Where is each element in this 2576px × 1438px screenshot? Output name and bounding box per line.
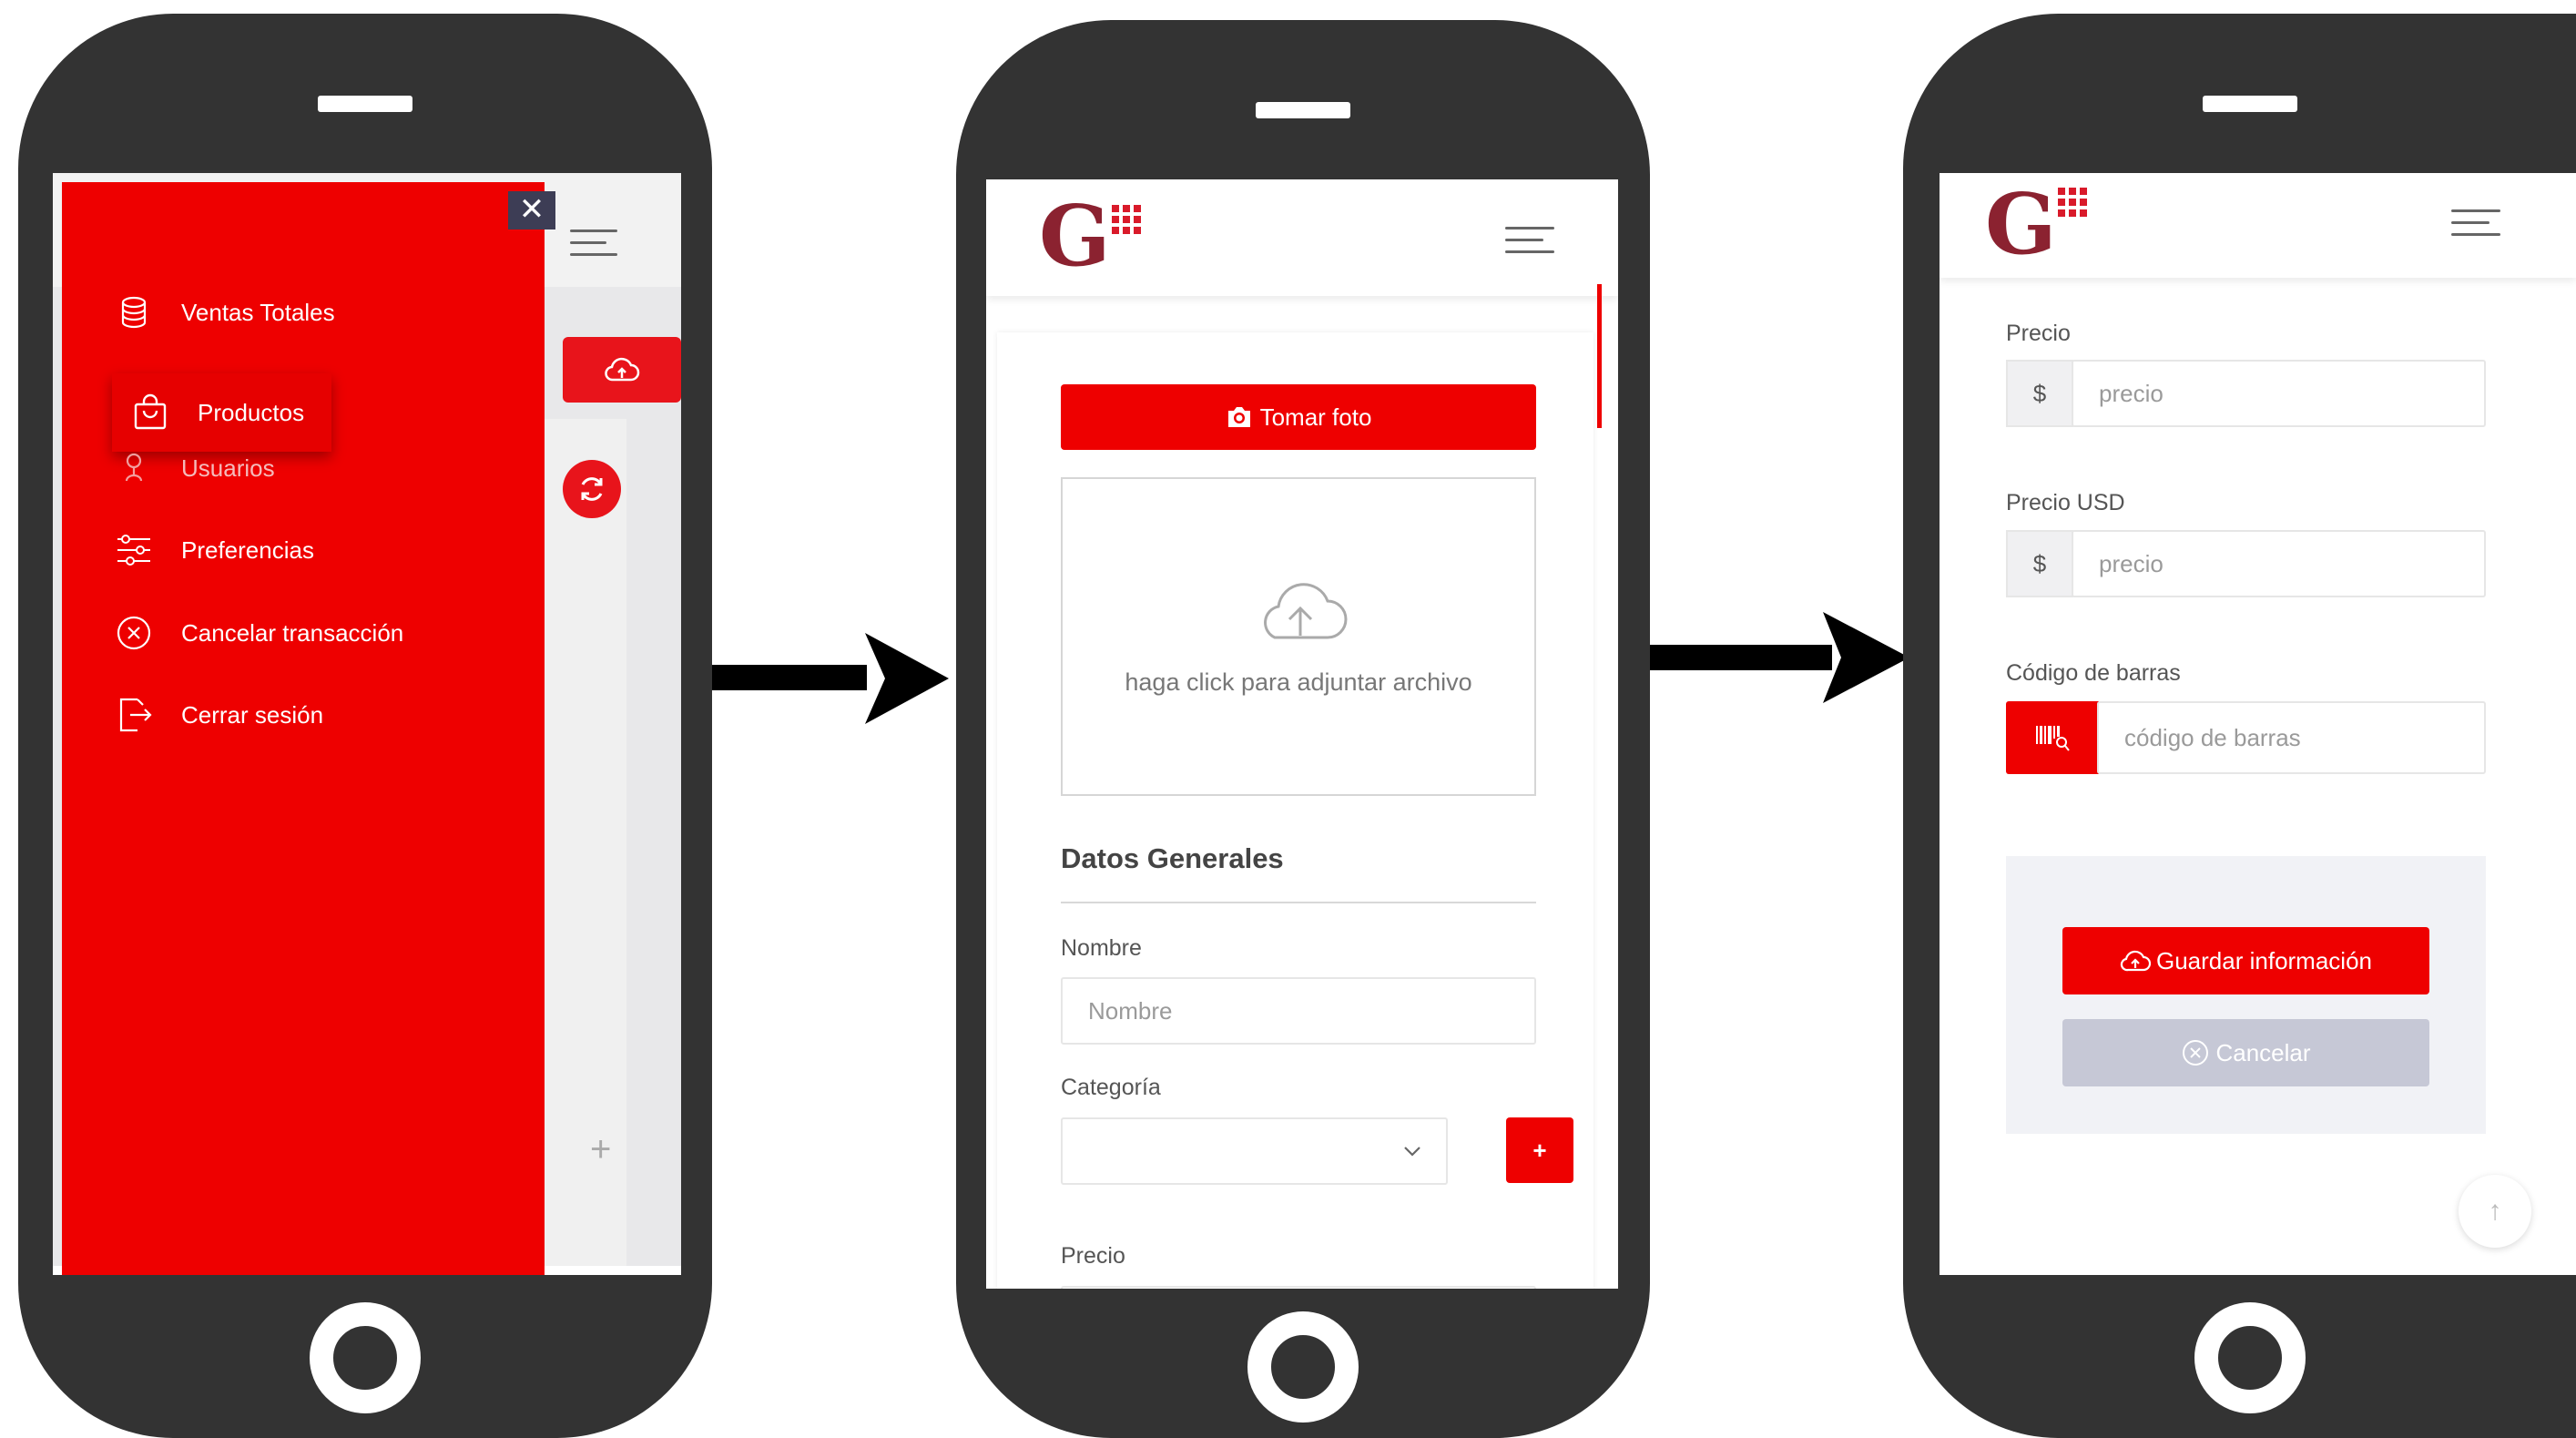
menu-item-label: Usuarios (181, 454, 275, 482)
upload-cloud-button[interactable] (563, 337, 681, 403)
section-title: Datos Generales (1061, 842, 1284, 874)
user-icon (114, 448, 154, 488)
flow-arrow-icon (712, 633, 949, 724)
x-circle-icon (114, 613, 154, 653)
camera-icon (1227, 407, 1250, 427)
shopping-bag-icon (130, 393, 170, 433)
phone-frame-product-form: G Tomar foto haga click para adjuntar ar… (956, 20, 1650, 1438)
price-input[interactable]: precio (2072, 360, 2486, 427)
close-drawer-button[interactable]: ✕ (508, 191, 555, 229)
save-button[interactable]: Guardar información (2062, 927, 2429, 994)
barcode-input[interactable]: código de barras (2097, 701, 2486, 774)
app-header: G (986, 179, 1618, 296)
logout-icon (114, 695, 154, 735)
screen-product-form: G Tomar foto haga click para adjuntar ar… (986, 179, 1618, 1289)
barcode-scan-button[interactable] (2006, 701, 2099, 774)
menu-item-productos[interactable]: Productos (112, 373, 332, 452)
app-logo: G (1985, 175, 2057, 273)
hamburger-menu-icon[interactable] (2451, 209, 2500, 245)
logo-dots-icon (2058, 188, 2087, 217)
add-category-button[interactable]: + (1506, 1117, 1573, 1183)
menu-item-label: Productos (198, 398, 305, 426)
home-button[interactable] (310, 1302, 421, 1413)
price-currency-addon: $ (2006, 360, 2073, 427)
file-drop-zone[interactable]: haga click para adjuntar archivo (1061, 477, 1536, 796)
actions-panel (2006, 856, 2486, 1134)
cancel-button[interactable]: Cancelar (2062, 1019, 2429, 1086)
phone-frame-product-form-bottom: G Precio $ precio Precio USD $ precio Có… (1903, 14, 2576, 1438)
x-circle-icon (2183, 1040, 2209, 1066)
refresh-icon (581, 477, 603, 501)
price-label: Precio (2006, 321, 2071, 346)
chevron-down-icon (1404, 1147, 1420, 1157)
scroll-indicator (1597, 284, 1602, 428)
barcode-label: Código de barras (2006, 660, 2181, 686)
scroll-to-top-button[interactable]: ↑ (2459, 1175, 2531, 1248)
app-logo: G (1039, 187, 1111, 285)
phone-speaker (1256, 102, 1350, 118)
menu-item-label: Cancelar transacción (181, 618, 404, 647)
phone-speaker (318, 96, 412, 112)
price-usd-label: Precio USD (2006, 490, 2125, 515)
barcode-scan-icon (2036, 726, 2070, 751)
coins-icon (114, 292, 154, 332)
name-label: Nombre (1061, 935, 1142, 961)
refresh-button[interactable] (563, 460, 621, 518)
flow-arrow-icon (1650, 612, 1909, 703)
price-usd-currency-addon: $ (2006, 530, 2073, 597)
content-card-background (545, 419, 626, 1266)
price-usd-input[interactable]: precio (2072, 530, 2486, 597)
logo-dots-icon (1112, 205, 1141, 234)
home-button[interactable] (2194, 1302, 2306, 1413)
screen-menu: + ✕ Ventas Totales Productos Usuarios Pr… (53, 173, 681, 1275)
phone-frame-menu: + ✕ Ventas Totales Productos Usuarios Pr… (18, 14, 712, 1438)
take-photo-label: Tomar foto (1259, 403, 1372, 431)
side-drawer: ✕ Ventas Totales Productos Usuarios Pref… (62, 182, 555, 1275)
category-select[interactable] (1061, 1117, 1448, 1185)
cloud-upload-icon (1264, 583, 1348, 639)
upload-hint-text: haga click para adjuntar archivo (1125, 668, 1472, 696)
menu-item-usuarios[interactable]: Usuarios (114, 443, 275, 494)
home-button[interactable] (1247, 1311, 1359, 1423)
screen-product-form-bottom: G Precio $ precio Precio USD $ precio Có… (1940, 173, 2576, 1275)
name-input[interactable]: Nombre (1061, 977, 1536, 1045)
section-divider (1061, 902, 1536, 903)
app-header: G (1940, 173, 2576, 278)
hamburger-menu-icon[interactable] (570, 229, 617, 265)
menu-item-preferencias[interactable]: Preferencias (114, 525, 314, 576)
menu-item-label: Ventas Totales (181, 298, 335, 326)
cloud-upload-icon (2120, 950, 2151, 972)
cancel-button-label: Cancelar (2215, 1038, 2311, 1066)
menu-item-cancelar-transaccion[interactable]: Cancelar transacción (114, 607, 403, 658)
phone-speaker (2203, 96, 2297, 112)
price-label: Precio (1061, 1243, 1125, 1269)
cloud-upload-icon (605, 357, 640, 382)
menu-item-cerrar-sesion[interactable]: Cerrar sesión (114, 689, 323, 740)
take-photo-button[interactable]: Tomar foto (1061, 384, 1536, 450)
menu-item-label: Preferencias (181, 535, 314, 564)
category-label: Categoría (1061, 1075, 1161, 1100)
add-item-icon[interactable]: + (590, 1129, 611, 1170)
menu-item-label: Cerrar sesión (181, 700, 324, 729)
price-input-partial[interactable] (1061, 1286, 1536, 1289)
save-button-label: Guardar información (2156, 946, 2372, 974)
hamburger-menu-icon[interactable] (1505, 227, 1554, 262)
menu-item-ventas-totales[interactable]: Ventas Totales (114, 287, 335, 338)
sliders-icon (114, 530, 154, 570)
